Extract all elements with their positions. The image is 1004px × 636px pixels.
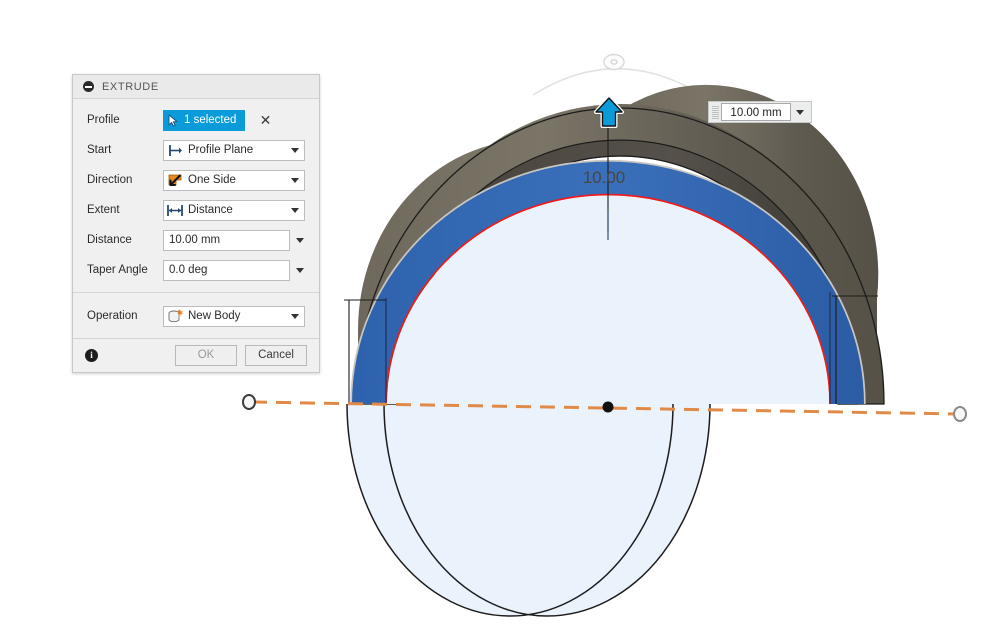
direction-value: One Side: [188, 174, 236, 186]
distance-input-value: 10.00 mm: [169, 234, 221, 246]
collapse-minus-icon[interactable]: [83, 81, 94, 92]
label-taper-angle: Taper Angle: [87, 264, 148, 276]
row-operation: Operation New Body: [73, 300, 319, 332]
label-start: Start: [87, 144, 112, 156]
sketch-profile-bottom: [346, 403, 711, 617]
profile-selection-chip[interactable]: 1 selected: [163, 109, 246, 131]
label-profile: Profile: [87, 114, 120, 126]
taper-angle-input[interactable]: 0.0 deg: [163, 259, 290, 281]
clear-selection-button[interactable]: ✕: [255, 110, 275, 130]
new-body-icon: [164, 307, 186, 326]
distance-input[interactable]: 10.00 mm: [163, 229, 290, 251]
row-profile: Profile 1 selected ✕: [73, 105, 319, 135]
cursor-arrow-icon: [168, 114, 178, 126]
dialog-buttons: OK Cancel: [175, 345, 307, 366]
extrude-dialog[interactable]: EXTRUDE Profile 1 selected ✕ Start Profi…: [72, 74, 320, 373]
dialog-header[interactable]: EXTRUDE: [73, 75, 319, 99]
direction-dropdown[interactable]: One Side: [163, 169, 305, 191]
chevron-down-icon[interactable]: [286, 141, 304, 160]
operation-dropdown[interactable]: New Body: [163, 305, 305, 327]
chevron-down-icon[interactable]: [791, 102, 809, 122]
label-distance: Distance: [87, 234, 132, 246]
distance-value-input[interactable]: 10.00 mm: [721, 103, 791, 121]
cancel-button[interactable]: Cancel: [245, 345, 307, 366]
label-operation: Operation: [87, 310, 138, 322]
one-side-arrow-icon: [164, 171, 186, 190]
page-title: EXTRUDE: [102, 80, 159, 93]
row-distance: Distance 10.00 mm: [73, 225, 319, 255]
row-start: Start Profile Plane: [73, 135, 319, 165]
chevron-down-icon[interactable]: [286, 201, 304, 220]
chevron-down-icon[interactable]: [286, 171, 304, 190]
distance-arrows-icon: [164, 201, 186, 220]
operation-value: New Body: [188, 310, 241, 322]
start-value: Profile Plane: [188, 144, 254, 156]
label-direction: Direction: [87, 174, 133, 186]
label-extent: Extent: [87, 204, 120, 216]
info-icon[interactable]: i: [85, 349, 98, 362]
taper-angle-input-value: 0.0 deg: [169, 264, 208, 276]
chevron-down-icon[interactable]: [294, 260, 305, 281]
dialog-footer: i OK Cancel: [73, 338, 319, 372]
row-taper-angle: Taper Angle 0.0 deg: [73, 255, 319, 285]
profile-selection-text: 1 selected: [184, 114, 237, 126]
start-dropdown[interactable]: Profile Plane: [163, 139, 305, 161]
dialog-body: Profile 1 selected ✕ Start Profile Plane…: [73, 99, 319, 338]
extrude-distance-canvas-input[interactable]: 10.00 mm: [708, 101, 812, 123]
section-divider: [73, 292, 319, 293]
ok-button[interactable]: OK: [175, 345, 237, 366]
origin-point[interactable]: [602, 401, 614, 413]
profile-plane-icon: [164, 141, 186, 160]
dimension-label: 10.00: [583, 168, 626, 187]
row-direction: Direction One Side: [73, 165, 319, 195]
extent-value: Distance: [188, 204, 233, 216]
chevron-down-icon[interactable]: [294, 230, 305, 251]
chevron-down-icon[interactable]: [286, 307, 304, 326]
extent-dropdown[interactable]: Distance: [163, 199, 305, 221]
drag-grip-icon[interactable]: [709, 102, 721, 122]
row-extent: Extent Distance: [73, 195, 319, 225]
